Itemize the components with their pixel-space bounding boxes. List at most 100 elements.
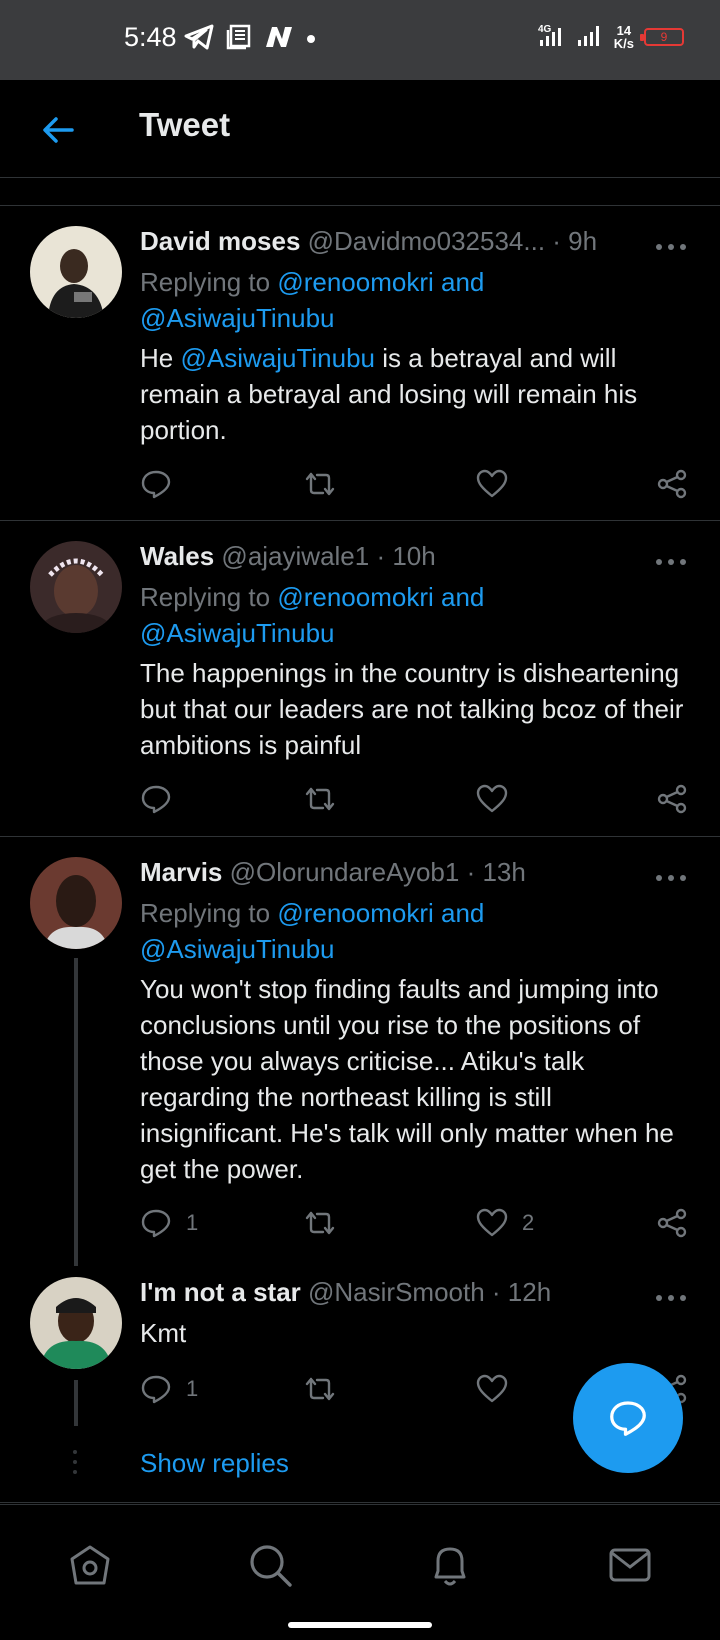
tweet-time: · 9h <box>552 226 598 256</box>
tweet-text-part: He <box>140 343 174 373</box>
more-icon[interactable] <box>656 557 690 567</box>
mail-icon[interactable] <box>606 1541 654 1589</box>
retweet-button[interactable] <box>304 1369 336 1409</box>
replying-mention-2[interactable]: @AsiwajuTinubu <box>140 934 335 964</box>
like-count: 2 <box>522 1210 535 1235</box>
heart-icon <box>476 1374 508 1403</box>
reply-button[interactable] <box>140 779 186 819</box>
share-button[interactable] <box>656 1203 688 1243</box>
signal-4g-icon: 4G <box>538 22 566 51</box>
show-replies-link[interactable]: Show replies <box>140 1448 289 1479</box>
more-icon[interactable] <box>656 242 690 252</box>
telegram-icon <box>184 24 214 55</box>
status-right: 4G 14 K/s 9 <box>538 22 684 51</box>
avatar[interactable] <box>30 857 122 949</box>
replying-to: Replying to @renoomokri and @AsiwajuTinu… <box>140 264 680 336</box>
app-header: Tweet <box>0 80 720 178</box>
tweet-header: I'm not a star @NasirSmooth · 12h <box>140 1277 690 1308</box>
svg-text:4G: 4G <box>538 24 552 35</box>
previous-tweet-actions <box>0 178 720 206</box>
author-handle[interactable]: @NasirSmooth <box>308 1277 485 1307</box>
retweet-button[interactable] <box>304 1203 336 1243</box>
tweet-header: David moses @Davidmo032534... · 9h <box>140 226 690 257</box>
compose-reply-button[interactable] <box>573 1363 683 1473</box>
replying-to: Replying to @renoomokri and @AsiwajuTinu… <box>140 895 680 967</box>
tweet[interactable]: David moses @Davidmo032534... · 9h Reply… <box>0 206 720 522</box>
replying-prefix: Replying to <box>140 898 271 928</box>
search-icon[interactable] <box>246 1541 294 1589</box>
tweet-text: You won't stop finding faults and jumpin… <box>140 974 674 1184</box>
share-icon <box>657 784 687 814</box>
n-app-icon <box>264 25 294 54</box>
replying-mention[interactable]: @renoomokri and <box>277 267 484 297</box>
tweet-actions: 1 2 <box>140 1203 690 1243</box>
more-icon[interactable] <box>656 873 690 883</box>
reply-button[interactable] <box>140 464 186 504</box>
dot-icon <box>306 31 316 49</box>
author-handle[interactable]: @Davidmo032534... <box>308 226 545 256</box>
more-icon[interactable] <box>656 1293 690 1303</box>
thread-dots <box>73 1450 77 1480</box>
avatar[interactable] <box>30 541 122 633</box>
retweet-icon <box>305 472 335 496</box>
tweet-text: He @AsiwajuTinubu is a betrayal and will… <box>140 340 700 448</box>
reply-icon <box>141 1375 171 1404</box>
back-arrow-icon[interactable] <box>38 110 78 150</box>
bell-icon[interactable] <box>426 1541 474 1589</box>
tweet-header: Wales @ajayiwale1 · 10h <box>140 541 690 572</box>
news-icon <box>226 24 252 55</box>
author-handle[interactable]: @ajayiwale1 <box>221 541 369 571</box>
retweet-icon <box>305 1211 335 1235</box>
share-button[interactable] <box>656 464 688 504</box>
author-name[interactable]: I'm not a star <box>140 1277 301 1307</box>
author-name[interactable]: Marvis <box>140 857 222 887</box>
author-handle[interactable]: @OlorundareAyob1 <box>230 857 460 887</box>
divider <box>0 1502 720 1503</box>
replying-mention[interactable]: @renoomokri and <box>277 898 484 928</box>
reply-icon <box>141 1209 171 1238</box>
like-button[interactable] <box>476 1369 522 1409</box>
heart-icon <box>476 469 508 498</box>
tweet[interactable]: Marvis @OlorundareAyob1 · 13h Replying t… <box>0 837 720 1257</box>
heart-icon <box>476 784 508 813</box>
like-button[interactable] <box>476 779 522 819</box>
share-icon <box>657 469 687 499</box>
share-button[interactable] <box>656 779 688 819</box>
tweet-actions <box>140 464 690 504</box>
reply-count: 1 <box>186 1376 199 1401</box>
replying-mention[interactable]: @renoomokri and <box>277 582 484 612</box>
mention-link[interactable]: @AsiwajuTinubu <box>180 343 375 373</box>
heart-icon <box>476 1208 508 1237</box>
net-speed-unit: K/s <box>613 35 634 51</box>
home-icon[interactable] <box>66 1541 114 1589</box>
tweet-text: Kmt <box>140 1318 187 1348</box>
tweet[interactable]: Wales @ajayiwale1 · 10h Replying to @ren… <box>0 521 720 837</box>
tweet-header: Marvis @OlorundareAyob1 · 13h <box>140 857 690 888</box>
like-button[interactable] <box>476 464 522 504</box>
bottom-navigation <box>0 1504 720 1640</box>
avatar[interactable] <box>30 226 122 318</box>
tweet-time: · 12h <box>491 1277 552 1307</box>
retweet-icon <box>305 1377 335 1401</box>
author-name[interactable]: Wales <box>140 541 214 571</box>
avatar[interactable] <box>30 1277 122 1369</box>
replying-mention-2[interactable]: @AsiwajuTinubu <box>140 303 335 333</box>
status-notification-icons <box>184 24 316 55</box>
author-name[interactable]: David moses <box>140 226 300 256</box>
replying-prefix: Replying to <box>140 582 271 612</box>
status-time: 5:48 <box>124 22 177 52</box>
replying-mention-2[interactable]: @AsiwajuTinubu <box>140 618 335 648</box>
reply-button[interactable]: 1 <box>140 1369 198 1409</box>
reply-icon <box>141 785 171 814</box>
signal-icon <box>576 22 604 51</box>
retweet-icon <box>305 787 335 811</box>
system-home-indicator[interactable] <box>288 1622 432 1628</box>
tweet-time: · 10h <box>376 541 436 571</box>
retweet-button[interactable] <box>304 779 336 819</box>
tweet-actions <box>140 779 690 819</box>
page-title: Tweet <box>139 106 231 143</box>
reply-button[interactable]: 1 <box>140 1203 198 1243</box>
retweet-button[interactable] <box>304 464 336 504</box>
reply-count: 1 <box>186 1210 199 1235</box>
like-button[interactable]: 2 <box>476 1203 534 1243</box>
